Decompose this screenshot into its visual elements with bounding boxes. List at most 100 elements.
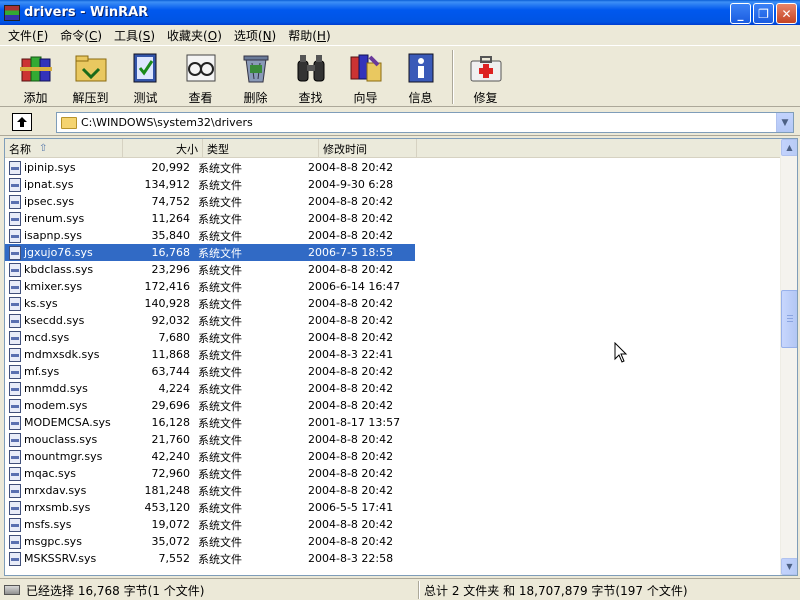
file-row[interactable]: mf.sys 63,744 系统文件 2004-8-8 20:42 bbox=[5, 363, 781, 380]
file-size: 92,032 bbox=[151, 314, 191, 327]
file-row[interactable]: MSKSSRV.sys 7,552 系统文件 2004-8-3 22:58 bbox=[5, 550, 781, 567]
file-row[interactable]: mrxdav.sys 181,248 系统文件 2004-8-8 20:42 bbox=[5, 482, 781, 499]
file-size: 7,680 bbox=[158, 331, 191, 344]
file-name: mqac.sys bbox=[24, 467, 76, 480]
vertical-scrollbar[interactable]: ▲ ▼ bbox=[780, 139, 797, 575]
address-bar: C:\WINDOWS\system32\drivers ▼ bbox=[0, 108, 800, 136]
file-type: 系统文件 bbox=[198, 348, 242, 362]
title-bar[interactable]: drivers - WinRAR _ ❐ ✕ bbox=[0, 0, 800, 25]
file-row[interactable]: modem.sys 29,696 系统文件 2004-8-8 20:42 bbox=[5, 397, 781, 414]
test-label: 测试 bbox=[133, 91, 158, 105]
file-row[interactable]: kmixer.sys 172,416 系统文件 2006-6-14 16:47 bbox=[5, 278, 781, 295]
file-modified: 2004-8-8 20:42 bbox=[308, 161, 394, 174]
menu-options[interactable]: 选项(N) bbox=[228, 27, 282, 44]
extract-folder-icon bbox=[72, 50, 110, 86]
info-button[interactable]: 信息 bbox=[393, 46, 448, 106]
find-button[interactable]: 查找 bbox=[283, 46, 338, 106]
column-header-modified[interactable]: 修改时间 bbox=[319, 139, 417, 158]
up-folder-button[interactable] bbox=[12, 113, 32, 131]
file-row[interactable]: mqac.sys 72,960 系统文件 2004-8-8 20:42 bbox=[5, 465, 781, 482]
file-modified: 2004-8-8 20:42 bbox=[308, 229, 394, 242]
file-name: kmixer.sys bbox=[24, 280, 83, 293]
file-name: ipnat.sys bbox=[24, 178, 74, 191]
sys-file-icon bbox=[9, 262, 21, 277]
file-type: 系统文件 bbox=[198, 416, 242, 430]
sys-file-icon bbox=[9, 347, 21, 362]
menu-file[interactable]: 文件(F) bbox=[2, 27, 54, 44]
sys-file-icon bbox=[9, 160, 21, 175]
wizard-button[interactable]: 向导 bbox=[338, 46, 393, 106]
path-dropdown-button[interactable]: ▼ bbox=[776, 113, 793, 132]
archive-books-icon bbox=[17, 50, 55, 86]
column-header-size[interactable]: 大小 bbox=[123, 139, 203, 158]
menu-favorites[interactable]: 收藏夹(O) bbox=[161, 27, 228, 44]
file-row[interactable]: mcd.sys 7,680 系统文件 2004-8-8 20:42 bbox=[5, 329, 781, 346]
maximize-button[interactable]: ❐ bbox=[753, 3, 774, 24]
test-button[interactable]: 测试 bbox=[118, 46, 173, 106]
sort-ascending-icon: ⇧ bbox=[39, 143, 48, 154]
file-type: 系统文件 bbox=[198, 331, 242, 345]
scroll-thumb[interactable] bbox=[781, 290, 797, 348]
sys-file-icon bbox=[9, 500, 21, 515]
file-row[interactable]: irenum.sys 11,264 系统文件 2004-8-8 20:42 bbox=[5, 210, 781, 227]
file-size: 181,248 bbox=[144, 484, 191, 497]
column-header-type[interactable]: 类型 bbox=[203, 139, 319, 158]
menu-tools[interactable]: 工具(S) bbox=[108, 27, 161, 44]
sys-file-icon bbox=[9, 415, 21, 430]
view-label: 查看 bbox=[188, 91, 213, 105]
file-row[interactable]: MODEMCSA.sys 16,128 系统文件 2001-8-17 13:57 bbox=[5, 414, 781, 431]
file-list[interactable]: 名称 ⇧ 大小 类型 修改时间 ipinip.sys 20,992 系统文件 2004… bbox=[4, 138, 798, 576]
close-button[interactable]: ✕ bbox=[776, 3, 797, 24]
file-size: 21,760 bbox=[151, 433, 191, 446]
find-label: 查找 bbox=[298, 91, 323, 105]
delete-button[interactable]: 删除 bbox=[228, 46, 283, 106]
file-row[interactable]: mouclass.sys 21,760 系统文件 2004-8-8 20:42 bbox=[5, 431, 781, 448]
file-type: 系统文件 bbox=[198, 433, 242, 447]
extract-to-button[interactable]: 解压到 bbox=[63, 46, 118, 106]
file-row[interactable]: mrxsmb.sys 453,120 系统文件 2006-5-5 17:41 bbox=[5, 499, 781, 516]
file-row[interactable]: mdmxsdk.sys 11,868 系统文件 2004-8-3 22:41 bbox=[5, 346, 781, 363]
minimize-button[interactable]: _ bbox=[730, 3, 751, 24]
repair-label: 修复 bbox=[473, 91, 498, 105]
scroll-down-button[interactable]: ▼ bbox=[781, 558, 797, 575]
file-row[interactable]: mountmgr.sys 42,240 系统文件 2004-8-8 20:42 bbox=[5, 448, 781, 465]
file-row[interactable]: mnmdd.sys 4,224 系统文件 2004-8-8 20:42 bbox=[5, 380, 781, 397]
file-row[interactable]: jgxujo76.sys 16,768 系统文件 2006-7-5 18:55 bbox=[5, 244, 781, 261]
menu-help[interactable]: 帮助(H) bbox=[282, 27, 336, 44]
repair-button[interactable]: 修复 bbox=[458, 46, 513, 106]
file-name: mrxsmb.sys bbox=[24, 501, 91, 514]
file-type: 系统文件 bbox=[198, 161, 242, 175]
scroll-up-button[interactable]: ▲ bbox=[781, 139, 797, 156]
column-header-name[interactable]: 名称 ⇧ bbox=[5, 139, 123, 158]
path-combobox[interactable]: C:\WINDOWS\system32\drivers ▼ bbox=[56, 112, 794, 133]
file-row[interactable]: ks.sys 140,928 系统文件 2004-8-8 20:42 bbox=[5, 295, 781, 312]
file-row[interactable]: msfs.sys 19,072 系统文件 2004-8-8 20:42 bbox=[5, 516, 781, 533]
drive-icon bbox=[4, 585, 20, 595]
file-type: 系统文件 bbox=[198, 484, 242, 498]
extract-to-label: 解压到 bbox=[72, 91, 109, 105]
file-row[interactable]: ipsec.sys 74,752 系统文件 2004-8-8 20:42 bbox=[5, 193, 781, 210]
file-row[interactable]: ksecdd.sys 92,032 系统文件 2004-8-8 20:42 bbox=[5, 312, 781, 329]
grip-line bbox=[787, 315, 793, 316]
file-row[interactable]: ipnat.sys 134,912 系统文件 2004-9-30 6:28 bbox=[5, 176, 781, 193]
path-text: C:\WINDOWS\system32\drivers bbox=[81, 116, 253, 129]
menu-commands[interactable]: 命令(C) bbox=[54, 27, 108, 44]
file-row[interactable]: msgpc.sys 35,072 系统文件 2004-8-8 20:42 bbox=[5, 533, 781, 550]
file-row[interactable]: kbdclass.sys 23,296 系统文件 2004-8-8 20:42 bbox=[5, 261, 781, 278]
file-name: MODEMCSA.sys bbox=[24, 416, 111, 429]
add-button[interactable]: 添加 bbox=[8, 46, 63, 106]
file-modified: 2004-8-8 20:42 bbox=[308, 195, 394, 208]
file-row[interactable]: ipinip.sys 20,992 系统文件 2004-8-8 20:42 bbox=[5, 159, 781, 176]
sys-file-icon bbox=[9, 432, 21, 447]
sys-file-icon bbox=[9, 211, 21, 226]
status-bar: 已经选择 16,768 字节(1 个文件) 总计 2 文件夹 和 18,707,… bbox=[0, 578, 800, 600]
status-total-panel: 总计 2 文件夹 和 18,707,879 字节(197 个文件) bbox=[424, 581, 688, 599]
winrar-app-icon[interactable] bbox=[4, 4, 20, 21]
up-arrow-icon bbox=[17, 117, 27, 127]
file-row[interactable]: isapnp.sys 35,840 系统文件 2004-8-8 20:42 bbox=[5, 227, 781, 244]
file-type: 系统文件 bbox=[198, 382, 242, 396]
view-button[interactable]: 查看 bbox=[173, 46, 228, 106]
window-title: drivers - WinRAR bbox=[24, 5, 149, 20]
menu-bar: 文件(F) 命令(C) 工具(S) 收藏夹(O) 选项(N) 帮助(H) bbox=[0, 25, 800, 45]
file-rows: ipinip.sys 20,992 系统文件 2004-8-8 20:42 ipnat.… bbox=[5, 159, 781, 567]
